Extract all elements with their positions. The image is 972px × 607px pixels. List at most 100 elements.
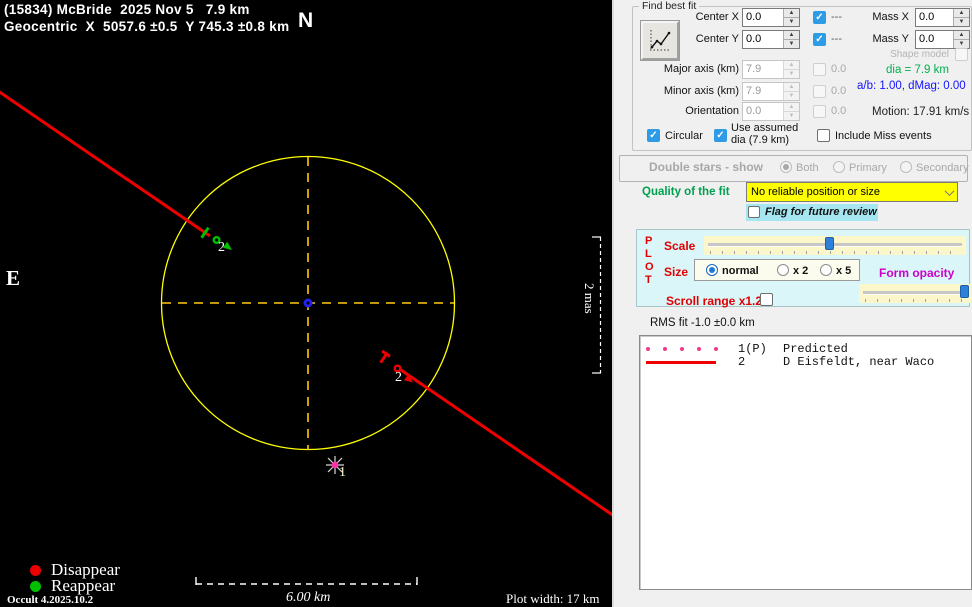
- double-stars-label: Double stars - show: [649, 160, 764, 174]
- major-axis-fit-checkbox[interactable]: [813, 63, 826, 76]
- include-miss-checkbox[interactable]: [817, 129, 830, 142]
- list-item-id: 2: [738, 355, 746, 369]
- form-opacity-slider[interactable]: [859, 284, 971, 303]
- spin-up-icon: ▲: [784, 61, 799, 70]
- motion-text: Motion: 17.91 km/s: [872, 106, 970, 118]
- slider-ticks: [865, 299, 967, 302]
- mass-x-value[interactable]: 0.0: [916, 9, 953, 26]
- center-x-spin-arrows[interactable]: ▲ ▼: [783, 9, 799, 26]
- double-stars-radio-primary[interactable]: [833, 161, 845, 173]
- mass-y-spinner[interactable]: 0.0 ▲ ▼: [915, 30, 970, 49]
- spin-up-icon[interactable]: ▲: [784, 31, 799, 40]
- orientation-value: 0.0: [746, 105, 762, 117]
- predicted-star-label: 1: [339, 465, 346, 480]
- scale-slider[interactable]: [704, 236, 966, 255]
- double-stars-radio-secondary[interactable]: [900, 161, 912, 173]
- orientation-aux: 0.0: [831, 105, 847, 117]
- disappear-dot-icon: [30, 564, 41, 576]
- plot-title-line1: (15834) McBride 2025 Nov 5 7.9 km: [4, 2, 250, 17]
- center-y-spinner[interactable]: 0.0 ▲ ▼: [742, 30, 800, 49]
- slider-ticks: [710, 251, 962, 254]
- use-assumed-line2: dia (7.9 km): [731, 134, 790, 146]
- list-item-id: 1(P): [738, 342, 767, 356]
- scroll-range-label: Scroll range x1.25: [666, 294, 769, 308]
- check-icon: ✓: [716, 130, 725, 141]
- size-radio-x2[interactable]: [777, 264, 789, 276]
- size-radio-x5[interactable]: [820, 264, 832, 276]
- quality-value: No reliable position or size: [751, 186, 881, 198]
- plot-letter-t: T: [645, 274, 652, 286]
- center-y-fit-checkbox[interactable]: ✓: [813, 33, 826, 46]
- orientation-label: Orientation: [685, 105, 739, 117]
- use-assumed-dia-checkbox[interactable]: ✓: [714, 129, 727, 142]
- spin-down-icon: ▼: [784, 70, 799, 78]
- size-x2-label: x 2: [793, 265, 809, 277]
- shape-model-checkbox[interactable]: [955, 48, 968, 61]
- check-icon: ✓: [649, 130, 658, 141]
- center-x-spinner[interactable]: 0.0 ▲ ▼: [742, 8, 800, 27]
- minor-axis-label: Minor axis (km): [663, 85, 739, 97]
- chord-listbox[interactable]: 1(P) Predicted 2 D Eisfeldt, near Waco: [639, 335, 972, 590]
- flag-review-label: Flag for future review: [765, 206, 877, 218]
- observed-solid-swatch: [646, 361, 716, 364]
- spin-down-icon[interactable]: ▼: [784, 18, 799, 26]
- spin-up-icon[interactable]: ▲: [954, 9, 969, 18]
- use-assumed-line1: Use assumed: [731, 122, 799, 134]
- spin-up-icon[interactable]: ▲: [784, 9, 799, 18]
- minor-axis-aux: 0.0: [831, 85, 847, 97]
- spin-down-icon[interactable]: ▼: [954, 18, 969, 26]
- minor-axis-fit-checkbox[interactable]: [813, 85, 826, 98]
- minor-axis-spinner[interactable]: 7.9 ▲ ▼: [742, 82, 800, 101]
- size-radio-normal[interactable]: [706, 264, 718, 276]
- form-opacity-slider-thumb[interactable]: [960, 285, 969, 298]
- spin-down-icon: ▼: [784, 112, 799, 120]
- minor-axis-spin-arrows: ▲ ▼: [783, 83, 799, 100]
- spin-down-icon[interactable]: ▼: [784, 40, 799, 48]
- major-axis-aux: 0.0: [831, 63, 847, 75]
- list-item-observed-chord[interactable]: 2 D Eisfeldt, near Waco: [640, 355, 971, 369]
- list-item-predicted[interactable]: 1(P) Predicted: [640, 342, 971, 356]
- center-x-value[interactable]: 0.0: [743, 9, 783, 26]
- use-assumed-dia-label: Use assumed dia (7.9 km): [731, 122, 798, 146]
- major-axis-spinner[interactable]: 7.9 ▲ ▼: [742, 60, 800, 79]
- flag-review-row: Flag for future review: [746, 204, 878, 221]
- reappear-dot-icon: [30, 580, 41, 592]
- plot-controls-box: P L O T Scale Size normal x 2 x 5 Form o…: [636, 229, 971, 308]
- plot-width-label: Plot width: 17 km: [506, 591, 600, 606]
- list-item-name: Predicted: [783, 342, 848, 356]
- orientation-fit-checkbox[interactable]: [813, 105, 826, 118]
- mass-x-spinner[interactable]: 0.0 ▲ ▼: [915, 8, 970, 27]
- chord2-label-disappear: 2: [395, 370, 402, 385]
- list-item-name: D Eisfeldt, near Waco: [783, 355, 935, 369]
- scroll-range-checkbox[interactable]: [760, 293, 773, 306]
- legend-reappear-label: Reappear: [51, 576, 116, 595]
- diameter-text: dia = 7.9 km: [886, 64, 949, 76]
- center-dot-core: [306, 301, 310, 305]
- circular-label: Circular: [665, 130, 703, 142]
- scale-slider-thumb[interactable]: [824, 237, 834, 250]
- flag-review-checkbox[interactable]: [748, 206, 760, 218]
- spin-up-icon[interactable]: ▲: [954, 31, 969, 40]
- orientation-spin-arrows: ▲ ▼: [783, 103, 799, 120]
- center-x-dash: ---: [831, 11, 842, 23]
- center-y-value[interactable]: 0.0: [743, 31, 783, 48]
- shape-model-label: Shape model: [890, 49, 949, 60]
- scale-label: Scale: [664, 239, 696, 253]
- double-stars-radio-both[interactable]: [780, 161, 792, 173]
- center-y-spin-arrows[interactable]: ▲ ▼: [783, 31, 799, 48]
- slider-rail: [708, 243, 962, 247]
- center-x-label: Center X: [695, 11, 739, 23]
- major-axis-spin-arrows: ▲ ▼: [783, 61, 799, 78]
- mass-y-value[interactable]: 0.0: [916, 31, 953, 48]
- orientation-spinner[interactable]: 0.0 ▲ ▼: [742, 102, 800, 121]
- chord2-egress-line: [397, 366, 615, 518]
- mass-x-spin-arrows[interactable]: ▲ ▼: [953, 9, 969, 26]
- quality-dropdown[interactable]: No reliable position or size: [746, 182, 958, 202]
- mass-y-spin-arrows[interactable]: ▲ ▼: [953, 31, 969, 48]
- center-x-fit-checkbox[interactable]: ✓: [813, 11, 826, 24]
- spin-down-icon[interactable]: ▼: [954, 40, 969, 48]
- chevron-down-icon[interactable]: [941, 183, 957, 201]
- circular-checkbox[interactable]: ✓: [647, 129, 660, 142]
- check-icon: ✓: [815, 12, 824, 23]
- form-opacity-label: Form opacity: [879, 266, 955, 280]
